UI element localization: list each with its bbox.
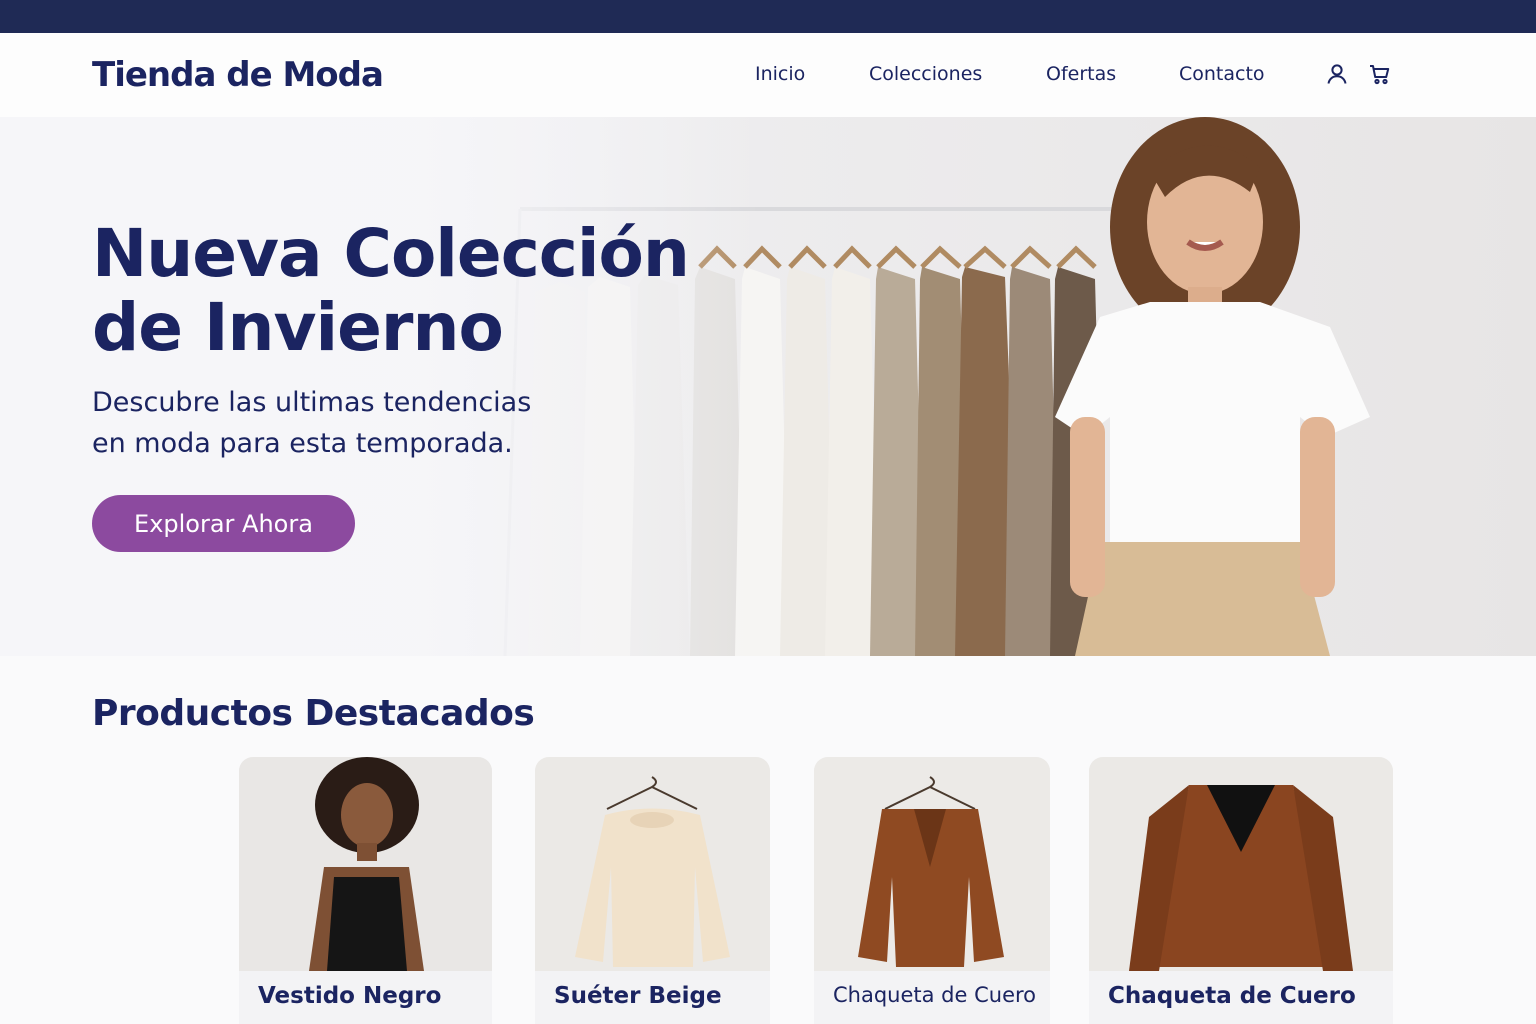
product-card-chaqueta-cuero-1[interactable]: Chaqueta de Cuero [814,757,1050,1024]
explore-button[interactable]: Explorar Ahora [92,495,355,552]
hero-title: Nueva Colección de Invierno [92,215,690,366]
nav-link-colecciones[interactable]: Colecciones [869,63,982,85]
featured-products-title: Productos Destacados [92,693,535,734]
nav-link-contacto[interactable]: Contacto [1179,63,1265,85]
product-card-sueter-beige[interactable]: Suéter Beige [535,757,770,1024]
product-name: Chaqueta de Cuero [1089,971,1393,1024]
site-header: Tienda de Moda Inicio Colecciones Oferta… [0,33,1536,117]
cart-icon[interactable] [1367,61,1393,87]
product-image [535,757,770,971]
product-name: Vestido Negro [239,971,492,1024]
hero-subtitle: Descubre las ultimas tendencias en moda … [92,387,532,459]
product-name: Chaqueta de Cuero [814,971,1050,1024]
top-bar [0,0,1536,33]
product-image [814,757,1050,971]
main-nav: Inicio Colecciones Ofertas Contacto [0,63,1536,89]
product-name: Suéter Beige [535,971,770,1024]
nav-link-ofertas[interactable]: Ofertas [1046,63,1116,85]
product-image [239,757,492,971]
product-card-chaqueta-cuero-2[interactable]: Chaqueta de Cuero [1089,757,1393,1024]
product-image [1089,757,1393,971]
product-card-vestido-negro[interactable]: Vestido Negro [239,757,492,1024]
hero-banner: Nueva Colección de Invierno Descubre las… [0,117,1536,656]
user-icon[interactable] [1324,61,1350,87]
nav-link-inicio[interactable]: Inicio [755,63,805,85]
